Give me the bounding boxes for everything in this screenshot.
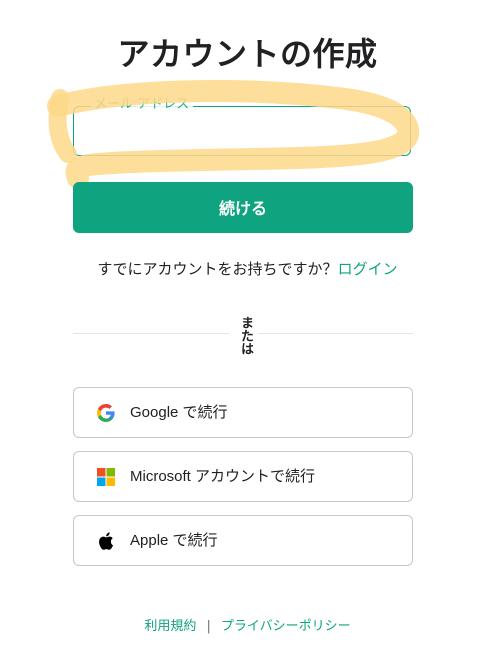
microsoft-login-label: Microsoft アカウントで続行 (130, 468, 316, 485)
email-field[interactable] (86, 116, 400, 148)
page-title: アカウントの作成 (117, 35, 378, 73)
continue-button[interactable]: 続ける (73, 182, 413, 233)
terms-link[interactable]: 利用規約 (144, 619, 196, 634)
login-prompt-text: すでにアカウントをお持ちですか？ (97, 260, 338, 278)
divider-or-text: または (238, 315, 253, 355)
microsoft-icon (97, 468, 115, 486)
google-login-button[interactable]: Google で続行 (73, 387, 413, 438)
login-link[interactable]: ログイン (338, 260, 398, 278)
apple-login-button[interactable]: Apple で続行 (73, 515, 413, 566)
google-login-label: Google で続行 (130, 404, 228, 421)
microsoft-login-button[interactable]: Microsoft アカウントで続行 (73, 451, 413, 502)
footer: 利用規約 | プライバシーポリシー (0, 617, 495, 637)
google-icon (97, 404, 115, 422)
divider-line-left (73, 333, 229, 334)
apple-icon (99, 532, 113, 550)
login-prompt: すでにアカウントをお持ちですか？ログイン (0, 258, 495, 280)
footer-separator: | (206, 619, 211, 634)
email-field-label: メール アドレス (90, 97, 194, 113)
apple-login-label: Apple で続行 (130, 532, 218, 549)
divider-line-right (258, 333, 413, 334)
privacy-policy-link[interactable]: プライバシーポリシー (221, 619, 351, 634)
